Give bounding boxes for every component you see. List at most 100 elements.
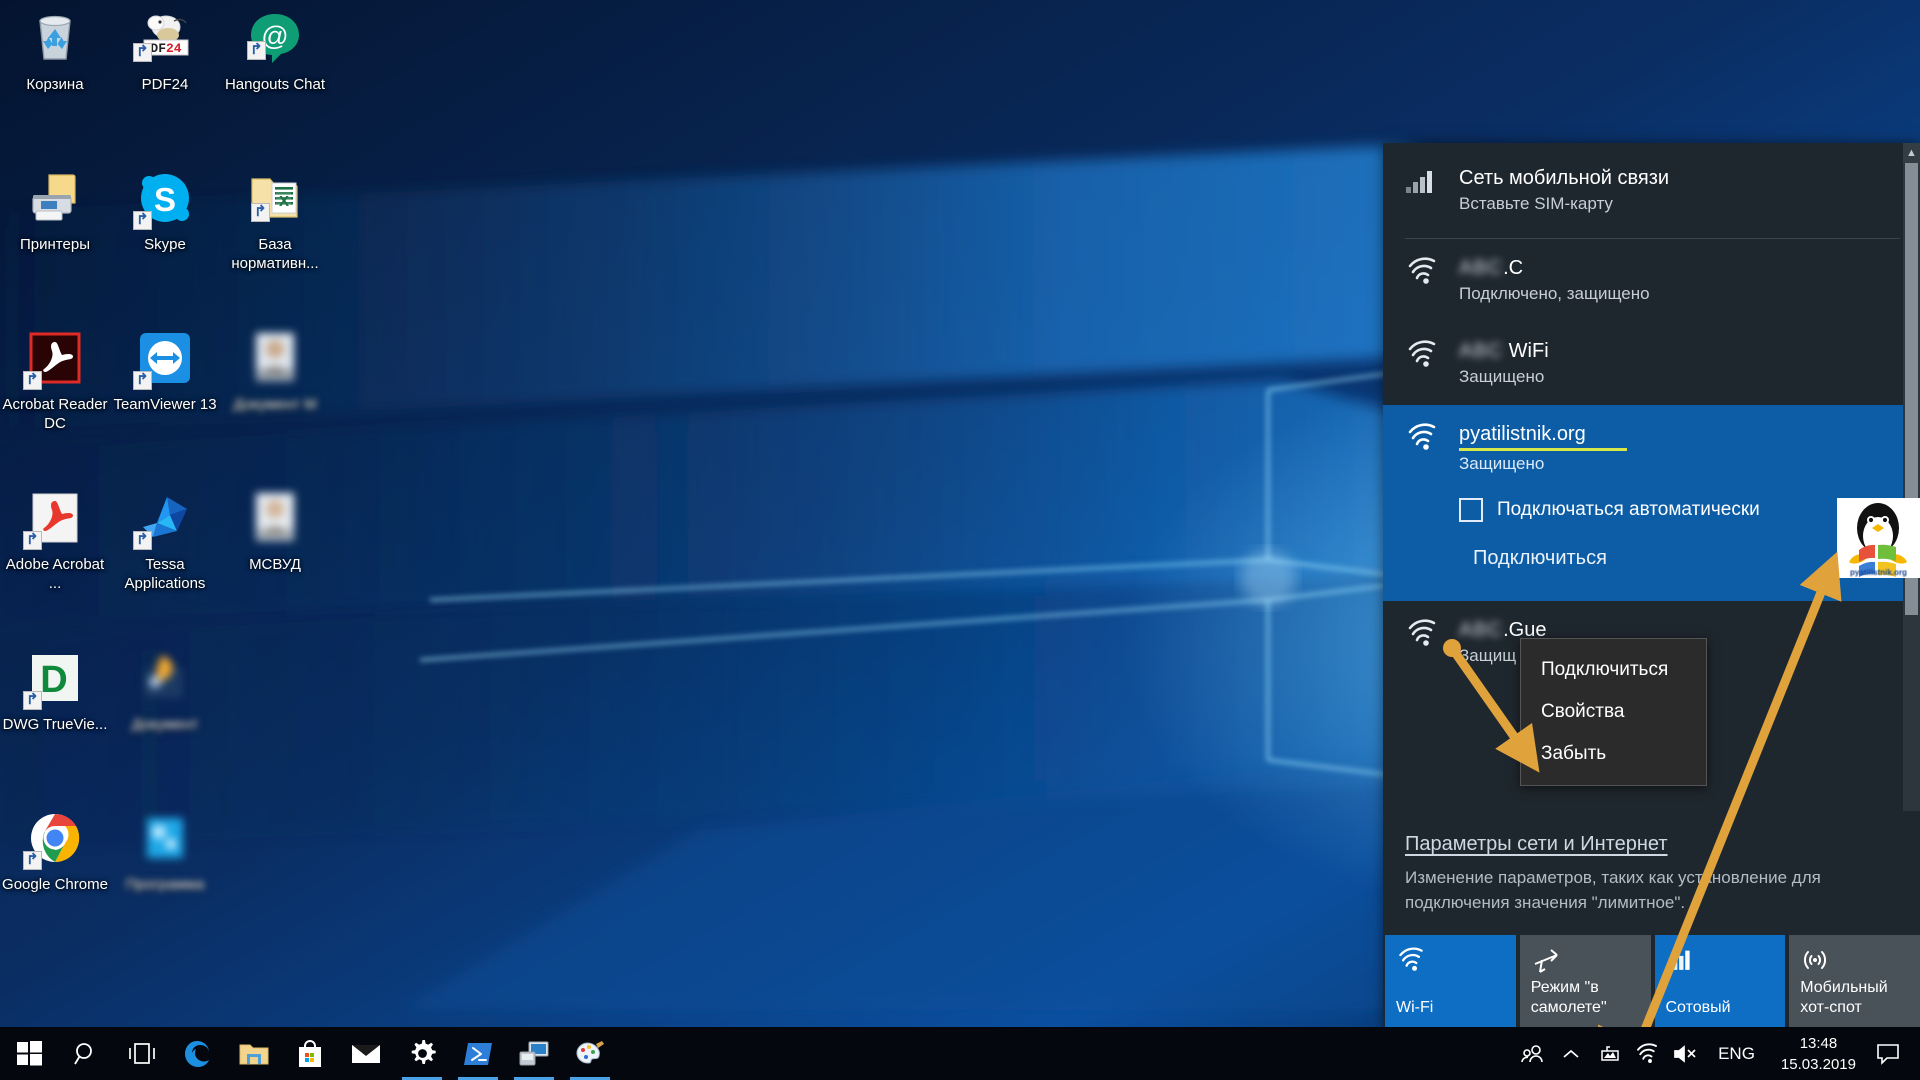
desktop-icon-label: Tessa Applications xyxy=(124,556,206,592)
context-menu-item-forget[interactable]: Забыть xyxy=(1521,733,1706,775)
context-menu-item-properties[interactable]: Свойства xyxy=(1521,691,1706,733)
desktop-icon-baza-normativ[interactable]: X База нормативн... xyxy=(220,160,330,320)
quick-tile-label: Wi-Fi xyxy=(1396,999,1434,1016)
pyatilistnik-watermark: pyatilistnik.org xyxy=(1837,498,1920,578)
tray-time: 13:48 xyxy=(1799,1034,1838,1052)
quick-tile-label: Сотовый xyxy=(1665,999,1731,1016)
desktop-icon-blurred-4[interactable] xyxy=(220,800,330,960)
taskbar-task-view-button[interactable] xyxy=(114,1027,170,1080)
blurred-ssid-prefix: ABC xyxy=(1459,257,1504,279)
taskbar-remote-desktop-button[interactable] xyxy=(506,1027,562,1080)
adobe-acrobat-icon xyxy=(23,488,85,550)
wifi-icon xyxy=(1405,255,1445,290)
shortcut-overlay-icon xyxy=(133,371,152,390)
desktop-icon-label: Hangouts Chat xyxy=(224,76,326,93)
scrollbar-up-arrow-icon[interactable]: ▲ xyxy=(1903,143,1920,163)
taskbar-mail-button[interactable] xyxy=(338,1027,394,1080)
desktop-icon-label: Skype xyxy=(144,236,186,253)
desktop-icon-label: TeamViewer 13 xyxy=(113,396,217,413)
flyout-scrollbar[interactable]: ▲ xyxy=(1903,143,1920,811)
network-status: Подключено, защищено xyxy=(1459,284,1650,303)
blurred-ssid-prefix: ABC xyxy=(1459,340,1504,362)
mail-icon xyxy=(352,1044,380,1063)
taskbar-microsoft-store-button[interactable] xyxy=(282,1027,338,1080)
network-settings-zone: Параметры сети и Интернет Изменение пара… xyxy=(1383,811,1920,935)
desktop-icon-msvud[interactable]: МСВУД xyxy=(220,480,330,640)
svg-text:D: D xyxy=(40,659,67,701)
system-tray: ENG 13:48 15.03.2019 xyxy=(1514,1027,1920,1080)
desktop-icon-label: Google Chrome xyxy=(2,876,108,893)
taskbar-search-button[interactable] xyxy=(58,1027,114,1080)
shortcut-overlay-icon xyxy=(23,851,42,870)
taskbar-paint-button[interactable] xyxy=(562,1027,618,1080)
desktop-icon-adobe-acrobat[interactable]: Adobe Acrobat ... xyxy=(0,480,110,640)
taskbar-settings-button[interactable] xyxy=(394,1027,450,1080)
svg-text:DF24: DF24 xyxy=(150,41,181,56)
paint-icon xyxy=(576,1040,604,1064)
action-center-button[interactable] xyxy=(1868,1043,1908,1065)
desktop-icon-google-chrome[interactable]: Google Chrome xyxy=(0,800,110,960)
quick-tile-wifi[interactable]: Wi-Fi xyxy=(1385,935,1516,1030)
taskbar-edge-button[interactable] xyxy=(170,1027,226,1080)
start-button[interactable] xyxy=(0,1027,58,1080)
desktop-icon-acrobat-reader-dc[interactable]: Acrobat Reader DC xyxy=(0,320,110,480)
quick-tile-airplane-mode[interactable]: Режим "в самолете" xyxy=(1519,935,1651,1030)
wifi-icon[interactable] xyxy=(1628,1027,1666,1080)
people-icon[interactable] xyxy=(1514,1027,1552,1080)
task-view-icon xyxy=(129,1042,155,1064)
network-status: Защищено xyxy=(1459,367,1545,386)
watermark-text: pyatilistnik.org xyxy=(1850,568,1907,577)
shortcut-overlay-icon xyxy=(133,43,152,62)
desktop-icon-pdf24[interactable]: DF24 PDF24 xyxy=(110,0,220,160)
shortcut-overlay-icon xyxy=(23,371,42,390)
connect-button[interactable]: Подключиться xyxy=(1459,538,1621,579)
google-chrome-icon xyxy=(23,808,85,870)
desktop-icon-hangouts-chat[interactable]: @ Hangouts Chat xyxy=(220,0,330,160)
desktop-icon-skype[interactable]: S Skype xyxy=(110,160,220,320)
desktop-icon-recycle-bin[interactable]: Корзина xyxy=(0,0,110,160)
desktop-icon-blurred-1[interactable]: Документ xyxy=(110,640,220,800)
network-row-mobile[interactable]: Сеть мобильной связи Вставьте SIM-карту xyxy=(1383,143,1920,238)
shortcut-overlay-icon xyxy=(133,211,152,230)
network-name: Сеть мобильной связи xyxy=(1459,167,1670,189)
tray-language-indicator[interactable]: ENG xyxy=(1704,1044,1769,1064)
microsoft-store-icon xyxy=(299,1039,321,1067)
wifi-icon xyxy=(1405,338,1445,373)
quick-tile-mobile-hotspot[interactable]: Мобильный хот-спот xyxy=(1789,935,1920,1030)
network-name: pyatilistnik.org xyxy=(1459,423,1586,445)
desktop-icon-label: МСВУД xyxy=(249,556,301,573)
network-name: ABC WiFi xyxy=(1459,340,1549,362)
desktop-icon-blurred-3[interactable] xyxy=(220,640,330,800)
context-menu-item-connect[interactable]: Подключиться xyxy=(1521,649,1706,691)
desktop-icon-label: DWG TrueVie... xyxy=(2,716,108,733)
speaker-muted-icon[interactable] xyxy=(1666,1027,1704,1080)
battery-icon[interactable] xyxy=(1590,1027,1628,1080)
desktop-icon-tessa-applications[interactable]: Tessa Applications xyxy=(110,480,220,640)
quick-tile-cellular[interactable]: Сотовый xyxy=(1654,935,1786,1030)
wifi-icon xyxy=(1405,617,1445,652)
svg-text:S: S xyxy=(154,181,176,218)
blurred-shortcut-icon xyxy=(135,648,195,708)
desktop-icon-blurred-2[interactable]: Программа xyxy=(110,800,220,960)
desktop-icon-blurred-person-1[interactable]: Документ М xyxy=(220,320,330,480)
excel-folder-icon: X xyxy=(245,168,305,228)
skype-icon: S xyxy=(133,168,195,230)
auto-connect-checkbox[interactable] xyxy=(1459,498,1483,522)
taskbar-file-explorer-button[interactable] xyxy=(226,1027,282,1080)
svg-text:X: X xyxy=(279,193,289,210)
blurred-person-icon xyxy=(245,328,305,388)
taskbar-powershell-button[interactable] xyxy=(450,1027,506,1080)
taskbar-spacer xyxy=(618,1027,1514,1080)
network-row-pyatilistnik[interactable]: pyatilistnik.org Защищено xyxy=(1383,405,1920,486)
network-row-1[interactable]: ABC WiFi Защищено xyxy=(1383,322,1920,405)
desktop-icon-dwg-trueview[interactable]: D DWG TrueVie... xyxy=(0,640,110,800)
chevron-up-icon[interactable] xyxy=(1552,1027,1590,1080)
network-settings-link[interactable]: Параметры сети и Интернет xyxy=(1405,833,1668,855)
tray-date: 15.03.2019 xyxy=(1780,1055,1856,1073)
desktop-icon-label: Программа xyxy=(125,876,205,893)
desktop-icon-label: Документ М xyxy=(233,396,317,413)
network-row-0[interactable]: ABC.C Подключено, защищено xyxy=(1383,239,1920,322)
tray-clock[interactable]: 13:48 15.03.2019 xyxy=(1769,1033,1868,1075)
desktop-icon-teamviewer-13[interactable]: TeamViewer 13 xyxy=(110,320,220,480)
desktop-icon-printers[interactable]: Принтеры xyxy=(0,160,110,320)
